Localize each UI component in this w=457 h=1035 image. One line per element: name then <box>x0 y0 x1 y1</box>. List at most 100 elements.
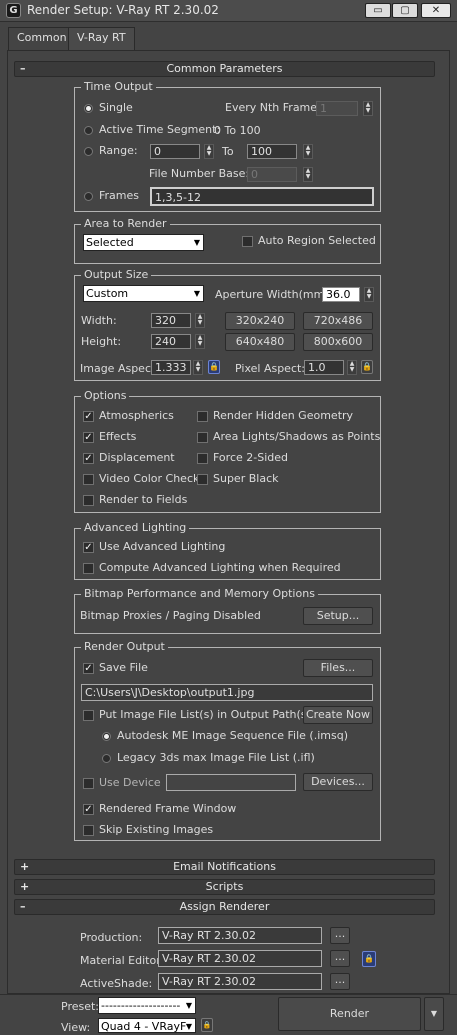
width-spinner[interactable]: ▲ ▼ <box>195 313 205 328</box>
preset-320x240-button[interactable]: 320x240 <box>225 312 295 330</box>
checkbox-put-image-list[interactable] <box>83 710 94 721</box>
device-field[interactable] <box>166 774 296 791</box>
material-editor-browse-button[interactable]: ... <box>330 950 350 967</box>
checkbox-render-hidden[interactable] <box>197 411 208 422</box>
app-logo-icon[interactable]: G <box>6 3 21 18</box>
checkbox-force-2-sided[interactable] <box>197 453 208 464</box>
file-number-base-spinner[interactable]: ▲ ▼ <box>303 167 313 182</box>
height-input[interactable]: 240 <box>151 334 191 349</box>
label-image-aspect: Image Aspect: <box>80 362 160 375</box>
checkbox-super-black[interactable] <box>197 474 208 485</box>
setup-button[interactable]: Setup... <box>303 607 373 625</box>
rollout-scripts[interactable]: + Scripts <box>14 879 435 895</box>
preset-dropdown[interactable]: -------------------- ▼ <box>98 997 196 1014</box>
group-title: Bitmap Performance and Memory Options <box>81 587 318 601</box>
minimize-button[interactable]: ▭ <box>365 3 391 18</box>
rollout-common-parameters[interactable]: – Common Parameters <box>14 61 435 77</box>
frames-input[interactable]: 1,3,5-12 <box>150 187 374 206</box>
height-spinner[interactable]: ▲ ▼ <box>195 334 205 349</box>
width-input[interactable]: 320 <box>151 313 191 328</box>
group-render-output: Render Output ✓ Save File Files... C:\Us… <box>74 640 381 841</box>
checkbox-atmospherics[interactable]: ✓ <box>83 411 94 422</box>
tab-common[interactable]: Common <box>8 27 76 50</box>
range-to-input[interactable]: 100 <box>247 144 297 159</box>
preset-800x600-button[interactable]: 800x600 <box>303 333 373 351</box>
checkbox-effects[interactable]: ✓ <box>83 432 94 443</box>
checkbox-displacement[interactable]: ✓ <box>83 453 94 464</box>
image-aspect-spinner[interactable]: ▲ ▼ <box>193 360 203 375</box>
rollout-title: Scripts <box>205 880 244 893</box>
output-path-field[interactable]: C:\Users\J\Desktop\output1.jpg <box>81 684 373 701</box>
checkbox-save-file[interactable]: ✓ <box>83 663 94 674</box>
maximize-button[interactable]: ▢ <box>392 3 418 18</box>
output-size-dropdown[interactable]: Custom ▼ <box>83 285 204 302</box>
checkbox-use-device[interactable] <box>83 778 94 789</box>
label-render-to-fields: Render to Fields <box>99 493 188 506</box>
title-bar: G Render Setup: V-Ray RT 2.30.02 ▭ ▢ ✕ <box>0 0 457 22</box>
image-aspect-input[interactable]: 1.333 <box>151 360 191 375</box>
aperture-spinner[interactable]: ▲ ▼ <box>364 287 374 302</box>
checkbox-auto-region[interactable] <box>242 236 253 247</box>
checkbox-area-lights[interactable] <box>197 432 208 443</box>
label-height: Height: <box>81 335 122 348</box>
group-title: Time Output <box>81 80 156 94</box>
activeshade-renderer-field: V-Ray RT 2.30.02 <box>158 973 322 990</box>
activeshade-browse-button[interactable]: ... <box>330 973 350 990</box>
render-options-dropdown-button[interactable]: ▼ <box>424 997 444 1031</box>
checkbox-video-color-check[interactable] <box>83 474 94 485</box>
file-number-base-input[interactable]: 0 <box>247 167 297 182</box>
render-button[interactable]: Render <box>278 997 421 1031</box>
checkbox-render-to-fields[interactable] <box>83 495 94 506</box>
label-force-2-sided: Force 2-Sided <box>213 451 288 464</box>
label-compute-advanced-lighting: Compute Advanced Lighting when Required <box>99 561 341 574</box>
every-nth-input[interactable]: 1 <box>316 101 358 116</box>
tab-vray-rt[interactable]: V-Ray RT <box>68 27 135 50</box>
label-pixel-aspect: Pixel Aspect: <box>235 362 306 375</box>
rollout-email-notifications[interactable]: + Email Notifications <box>14 859 435 875</box>
label-range-to: To <box>222 145 234 158</box>
expand-icon: + <box>20 860 30 873</box>
devices-button[interactable]: Devices... <box>303 773 373 791</box>
lock-icon[interactable]: 🔒 <box>361 360 373 374</box>
files-button[interactable]: Files... <box>303 659 373 677</box>
close-button[interactable]: ✕ <box>421 3 451 18</box>
group-options: Options ✓ Atmospherics Render Hidden Geo… <box>74 389 381 513</box>
radio-legacy-ifl[interactable] <box>102 754 111 763</box>
create-now-button[interactable]: Create Now <box>303 706 373 724</box>
range-from-input[interactable]: 0 <box>150 144 200 159</box>
radio-active-segment[interactable] <box>84 126 93 135</box>
label-material-editor: Material Editor: <box>80 954 165 967</box>
pixel-aspect-input[interactable]: 1.0 <box>304 360 344 375</box>
label-width: Width: <box>81 314 117 327</box>
group-time-output: Time Output Single Every Nth Frame: 1 ▲ ▼… <box>74 80 381 212</box>
aperture-input[interactable]: 36.0 <box>322 287 360 302</box>
lock-icon[interactable]: 🔒 <box>208 360 220 374</box>
window-title: Render Setup: V-Ray RT 2.30.02 <box>27 3 219 17</box>
range-from-spinner[interactable]: ▲ ▼ <box>204 144 214 159</box>
lock-icon[interactable]: 🔒 <box>201 1018 213 1032</box>
preset-640x480-button[interactable]: 640x480 <box>225 333 295 351</box>
checkbox-compute-advanced-lighting[interactable] <box>83 563 94 574</box>
checkbox-use-advanced-lighting[interactable]: ✓ <box>83 542 94 553</box>
production-browse-button[interactable]: ... <box>330 927 350 944</box>
label-bitmap-status: Bitmap Proxies / Paging Disabled <box>80 609 261 622</box>
range-to-spinner[interactable]: ▲ ▼ <box>303 144 313 159</box>
group-title: Render Output <box>81 640 168 654</box>
checkbox-rendered-frame-window[interactable]: ✓ <box>83 804 94 815</box>
checkbox-skip-existing[interactable] <box>83 825 94 836</box>
radio-frames[interactable] <box>84 192 93 201</box>
radio-single[interactable] <box>84 104 93 113</box>
view-dropdown[interactable]: Quad 4 - VRayF ▼ <box>98 1018 196 1033</box>
group-title: Options <box>81 389 130 403</box>
label-production: Production: <box>80 931 143 944</box>
preset-720x486-button[interactable]: 720x486 <box>303 312 373 330</box>
area-dropdown-value: Selected <box>86 236 134 249</box>
area-dropdown[interactable]: Selected ▼ <box>83 234 204 251</box>
every-nth-spinner[interactable]: ▲ ▼ <box>363 101 373 116</box>
radio-range[interactable] <box>84 147 93 156</box>
rollout-assign-renderer[interactable]: – Assign Renderer <box>14 899 435 915</box>
lock-icon[interactable]: 🔒 <box>362 951 376 967</box>
radio-autodesk-me[interactable] <box>102 732 111 741</box>
pixel-aspect-spinner[interactable]: ▲ ▼ <box>347 360 357 375</box>
label-atmospherics: Atmospherics <box>99 409 174 422</box>
